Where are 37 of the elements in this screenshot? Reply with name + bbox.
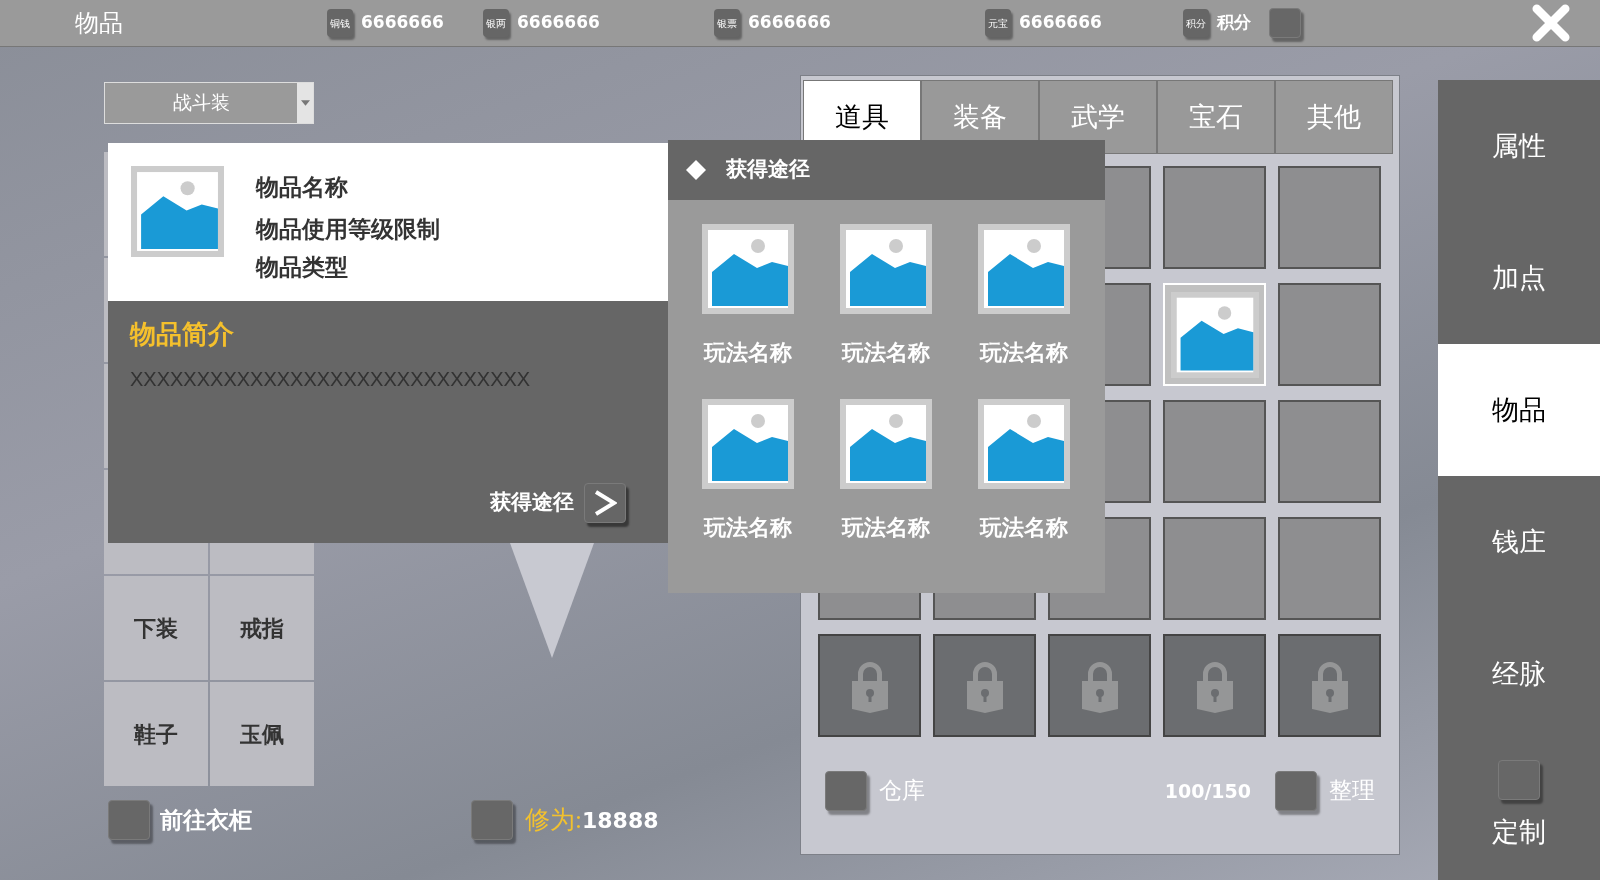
currency-value: 6666666 (1019, 11, 1102, 35)
currency-value: 6666666 (361, 11, 444, 35)
intro-title: 物品简介 (130, 318, 235, 351)
item-type: 物品类型 (256, 253, 349, 282)
method-name: 玩法名称 (980, 339, 1068, 367)
currency-badge: 元宝 (985, 9, 1011, 37)
method-name: 玩法名称 (842, 514, 930, 542)
currency-badge: 银票 (714, 9, 740, 37)
currency-value: 6666666 (517, 11, 600, 35)
side-menu-label: 物品 (1492, 393, 1546, 427)
slot-label: 戒指 (240, 614, 284, 643)
item-level-limit: 物品使用等级限制 (256, 215, 440, 244)
method-name: 玩法名称 (704, 339, 792, 367)
currency-badge: 银两 (483, 9, 509, 37)
method-name: 玩法名称 (980, 514, 1068, 542)
cultivation-label: 修为: (525, 805, 582, 836)
slot-label: 下装 (134, 614, 178, 643)
dropdown-value: 战斗装 (171, 90, 231, 115)
page-title: 物品 (75, 10, 123, 36)
side-menu-label: 属性 (1492, 129, 1546, 163)
currency-value: 积分 (1217, 11, 1251, 35)
side-menu-label: 钱庄 (1492, 525, 1546, 559)
currency-value: 6666666 (748, 11, 831, 35)
item-name: 物品名称 (256, 173, 349, 202)
cultivation-value: 18888 (581, 806, 659, 835)
currency-badge: 积分 (1183, 9, 1209, 37)
slot-label: 玉佩 (240, 720, 284, 749)
currency-badge: 铜钱 (327, 9, 353, 37)
side-menu-label: 加点 (1492, 261, 1546, 295)
source-label: 获得途径 (490, 489, 574, 517)
capacity-count: 100/150 (1164, 778, 1251, 804)
side-menu-label: 定制 (1492, 815, 1546, 849)
popup-title: 获得途径 (726, 156, 810, 184)
side-menu-label: 经脉 (1492, 657, 1546, 691)
slot-label: 鞋子 (134, 720, 178, 749)
method-name: 玩法名称 (704, 514, 792, 542)
method-name: 玩法名称 (842, 339, 930, 367)
